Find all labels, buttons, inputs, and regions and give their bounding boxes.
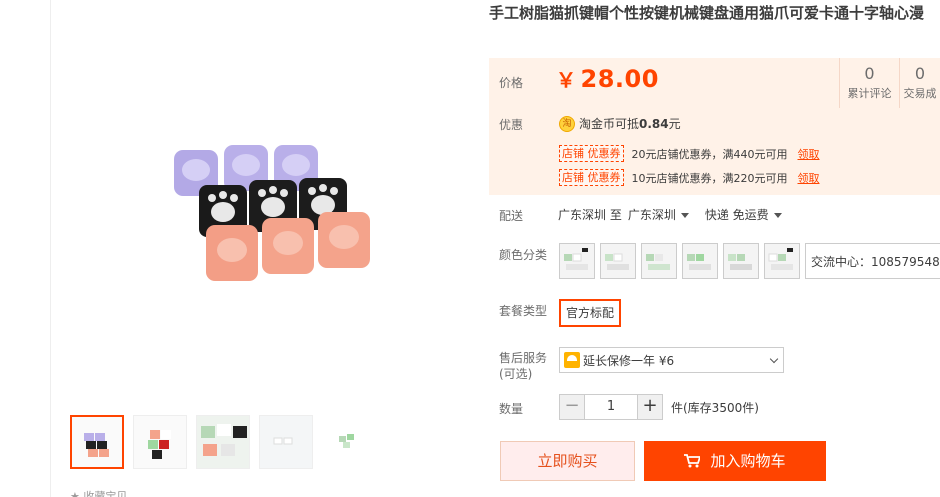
review-count[interactable]: 0 累计评论 [839, 58, 899, 108]
price-label: 价格 [499, 76, 524, 90]
quantity-label: 数量 [499, 402, 524, 416]
service-label-text: 售后服务 [499, 351, 548, 365]
color-option-3[interactable] [641, 243, 677, 279]
umbrella-icon [564, 352, 580, 368]
favorite-link[interactable]: ★ 收藏宝贝 [70, 488, 127, 497]
thumbnail-2[interactable] [133, 415, 187, 469]
review-count-label: 累计评论 [847, 87, 892, 100]
product-page: ★ 收藏宝贝 手工树脂猫抓键帽个性按键机械键盘通用猫爪可爱卡通十字轴心漫 价格 … [0, 0, 940, 497]
color-option-5[interactable] [723, 243, 759, 279]
color-option-6[interactable] [764, 243, 800, 279]
add-to-cart-label: 加入购物车 [710, 452, 786, 470]
delivery-destination: 广东深圳 [627, 208, 676, 222]
price-panel: 价格 ￥ 28.00 0 累计评论 0 交易成 优惠 淘 淘金币可抵 0.84 元 店… [489, 58, 940, 195]
chevron-down-icon [680, 213, 689, 218]
quantity-input[interactable]: 1 [585, 394, 637, 420]
color-option-2[interactable] [600, 243, 636, 279]
thumbnail-strip [70, 415, 385, 469]
delivery-from: 广东深圳 至 [558, 208, 622, 222]
chevron-down-icon [769, 354, 779, 364]
chevron-down-icon [773, 213, 782, 218]
main-product-image[interactable] [64, 0, 484, 400]
price-value: ￥ 28.00 [556, 64, 659, 93]
thumbnail-1[interactable] [70, 415, 124, 469]
thumbnail-3[interactable] [196, 415, 250, 469]
product-title: 手工树脂猫抓键帽个性按键机械键盘通用猫爪可爱卡通十字轴心漫 [489, 4, 925, 22]
contact-center-box: 交流中心：1085795485 [805, 243, 940, 279]
service-selected-value: 延长保修一年 ¥6 [583, 353, 675, 368]
review-count-number: 0 [864, 64, 875, 83]
service-select[interactable]: 延长保修一年 ¥6 [559, 347, 784, 373]
coupon-row-1: 店铺 优惠券 20元店铺优惠券，满440元可用 领取 [559, 145, 820, 162]
cart-icon [684, 454, 701, 468]
service-sublabel: (可选) [499, 367, 533, 381]
coupon-text: 10元店铺优惠券，满220元可用 [631, 171, 788, 185]
add-to-cart-button[interactable]: 加入购物车 [644, 441, 826, 481]
trade-count[interactable]: 0 交易成 [899, 58, 940, 108]
thumbnail-5[interactable] [322, 415, 376, 469]
coupon-tag: 店铺 优惠券 [559, 145, 624, 162]
service-label: 售后服务 (可选) [499, 350, 547, 382]
taojinbi-value: 0.84 [639, 116, 669, 131]
price-amount: 28.00 [580, 65, 659, 93]
taojinbi-text: 淘金币可抵 [579, 117, 640, 131]
quantity-increase-button[interactable]: + [637, 394, 663, 420]
combo-label: 套餐类型 [499, 304, 548, 318]
taojinbi-unit: 元 [668, 117, 681, 131]
coupon-row-2: 店铺 优惠券 10元店铺优惠券，满220元可用 领取 [559, 169, 820, 186]
promo-label: 优惠 [499, 118, 524, 132]
trade-count-number: 0 [914, 64, 926, 83]
coupon-tag: 店铺 优惠券 [559, 169, 624, 186]
buy-now-button[interactable]: 立即购买 [500, 441, 635, 481]
quantity-decrease-button[interactable]: − [559, 394, 585, 420]
coupon-text: 20元店铺优惠券，满440元可用 [631, 147, 788, 161]
color-option-1[interactable] [559, 243, 595, 279]
trade-count-label: 交易成 [903, 87, 937, 100]
taojinbi-line: 淘 淘金币可抵 0.84 元 [559, 115, 681, 132]
delivery-destination-select[interactable]: 广东深圳 [628, 206, 689, 223]
currency-symbol: ￥ [556, 68, 577, 92]
thumbnail-4[interactable] [259, 415, 313, 469]
delivery-row: 广东深圳 至 广东深圳 快递 免运费 [558, 206, 782, 223]
delivery-method-select[interactable]: 快递 免运费 [705, 206, 782, 223]
delivery-method: 快递 免运费 [704, 208, 769, 222]
divider [50, 0, 51, 497]
color-swatches [559, 243, 805, 279]
claim-coupon-link[interactable]: 领取 [798, 170, 820, 186]
combo-option-official[interactable]: 官方标配 [559, 299, 622, 327]
color-label: 颜色分类 [499, 248, 548, 262]
quantity-stepper: − 1 + 件(库存3500件) [559, 394, 759, 420]
color-option-4[interactable] [682, 243, 718, 279]
delivery-label: 配送 [499, 209, 524, 223]
taojinbi-icon: 淘 [559, 115, 575, 132]
stock-info: 件(库存3500件) [671, 400, 759, 415]
claim-coupon-link[interactable]: 领取 [798, 146, 820, 162]
sales-stats: 0 累计评论 0 交易成 [839, 58, 940, 108]
